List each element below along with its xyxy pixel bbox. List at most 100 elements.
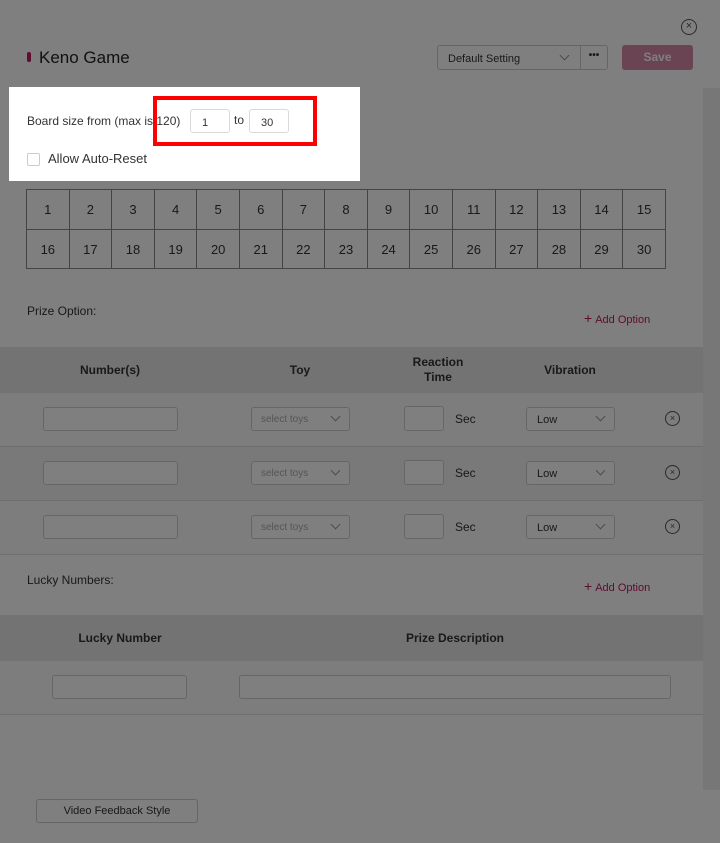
prize-row: select toys Sec Low × — [0, 393, 703, 447]
board-cell[interactable]: 16 — [27, 229, 70, 269]
board-cell[interactable]: 13 — [538, 190, 581, 230]
prize-table-header: Number(s) Toy Reaction Time Vibration — [0, 347, 703, 393]
toy-select[interactable]: select toys — [251, 461, 350, 485]
vibration-select-value: Low — [537, 414, 558, 426]
reaction-time-input[interactable] — [404, 514, 444, 539]
lucky-number-input[interactable] — [52, 675, 187, 699]
setting-select-value: Default Setting — [448, 53, 521, 65]
col-toy: Toy — [289, 363, 311, 377]
board-size-label: Board size from (max is 120) — [27, 114, 181, 128]
board-cell[interactable]: 3 — [112, 190, 155, 230]
auto-reset-checkbox[interactable] — [27, 153, 40, 166]
board-cell[interactable]: 21 — [239, 229, 283, 269]
board-size-to-input[interactable]: 30 — [249, 109, 289, 133]
board-cell[interactable]: 14 — [580, 190, 624, 230]
prize-row: select toys Sec Low × — [0, 447, 703, 501]
board-cell[interactable]: 22 — [282, 229, 326, 269]
setting-select[interactable]: Default Setting — [437, 45, 581, 70]
vibration-select-value: Low — [537, 522, 558, 534]
col-prize-description: Prize Description — [405, 631, 505, 645]
lucky-numbers-label: Lucky Numbers: — [27, 573, 114, 587]
add-prize-option-button[interactable]: + Add Option — [584, 310, 650, 326]
board-cell[interactable]: 18 — [112, 229, 155, 269]
vibration-select-value: Low — [537, 468, 558, 480]
remove-row-icon[interactable]: × — [665, 519, 680, 534]
numbers-input[interactable] — [43, 461, 178, 485]
prize-row: select toys Sec Low × — [0, 501, 703, 555]
board-cell[interactable]: 17 — [69, 229, 113, 269]
col-reaction-time: Reaction Time — [412, 355, 464, 384]
remove-row-icon[interactable]: × — [665, 411, 680, 426]
toy-select[interactable]: select toys — [251, 407, 350, 431]
board-cell[interactable]: 19 — [154, 229, 198, 269]
auto-reset-label: Allow Auto-Reset — [48, 151, 147, 166]
chevron-down-icon — [330, 411, 341, 422]
add-lucky-option-button[interactable]: + Add Option — [584, 578, 650, 594]
board-cell[interactable]: 8 — [325, 190, 368, 230]
board-cell[interactable]: 26 — [452, 229, 496, 269]
chevron-down-icon — [595, 519, 606, 530]
board-cell[interactable]: 30 — [623, 229, 666, 269]
video-feedback-style-button[interactable]: Video Feedback Style — [36, 799, 198, 823]
board-cell[interactable]: 9 — [367, 190, 411, 230]
numbers-input[interactable] — [43, 407, 178, 431]
lucky-row — [0, 661, 703, 715]
board-cell[interactable]: 25 — [410, 229, 453, 269]
close-icon[interactable]: × — [681, 19, 697, 35]
reaction-time-unit: Sec — [455, 412, 476, 426]
scrollbar[interactable] — [703, 88, 720, 790]
toy-select[interactable]: select toys — [251, 515, 350, 539]
save-button[interactable]: Save — [622, 45, 693, 70]
board-cell[interactable]: 5 — [197, 190, 240, 230]
toy-select-placeholder: select toys — [261, 468, 309, 479]
add-option-label: Add Option — [595, 582, 651, 594]
number-board: 1 2 3 4 5 6 7 8 9 10 11 12 13 14 15 16 17 18 19 20 21 22 23 24 2… — [26, 189, 666, 269]
add-option-label: Add Option — [595, 314, 651, 326]
board-cell[interactable]: 7 — [282, 190, 326, 230]
plus-icon: + — [584, 310, 593, 326]
board-cell[interactable]: 15 — [623, 190, 666, 230]
numbers-input[interactable] — [43, 515, 178, 539]
prize-description-input[interactable] — [239, 675, 671, 699]
plus-icon: + — [584, 578, 593, 594]
board-size-to-label: to — [234, 113, 245, 127]
vibration-select[interactable]: Low — [526, 461, 615, 485]
vibration-select[interactable]: Low — [526, 407, 615, 431]
board-cell[interactable]: 2 — [69, 190, 113, 230]
title-accent-bar — [27, 52, 31, 62]
board-cell[interactable]: 23 — [325, 229, 368, 269]
board-size-from-input[interactable]: 1 — [190, 109, 230, 133]
chevron-down-icon — [559, 50, 570, 61]
col-vibration: Vibration — [544, 363, 596, 377]
chevron-down-icon — [595, 411, 606, 422]
chevron-down-icon — [595, 465, 606, 476]
toy-select-placeholder: select toys — [261, 522, 309, 533]
reaction-time-unit: Sec — [455, 520, 476, 534]
prize-option-label: Prize Option: — [27, 304, 97, 318]
reaction-time-unit: Sec — [455, 466, 476, 480]
board-cell[interactable]: 20 — [197, 229, 240, 269]
board-cell[interactable]: 10 — [410, 190, 453, 230]
board-cell[interactable]: 29 — [580, 229, 624, 269]
vibration-select[interactable]: Low — [526, 515, 615, 539]
board-cell[interactable]: 12 — [495, 190, 539, 230]
lucky-table-header: Lucky Number Prize Description — [0, 615, 703, 661]
keno-game-modal: × Keno Game Default Setting ••• Save Boa… — [0, 0, 720, 843]
board-cell[interactable]: 11 — [452, 190, 496, 230]
chevron-down-icon — [330, 519, 341, 530]
more-options-button[interactable]: ••• — [580, 45, 608, 70]
chevron-down-icon — [330, 465, 341, 476]
board-cell[interactable]: 1 — [27, 190, 70, 230]
col-lucky-number: Lucky Number — [78, 631, 162, 645]
page-title: Keno Game — [39, 48, 130, 67]
toy-select-placeholder: select toys — [261, 414, 309, 425]
col-numbers: Number(s) — [79, 363, 140, 377]
reaction-time-input[interactable] — [404, 460, 444, 485]
reaction-time-input[interactable] — [404, 406, 444, 431]
board-cell[interactable]: 4 — [154, 190, 198, 230]
remove-row-icon[interactable]: × — [665, 465, 680, 480]
board-cell[interactable]: 27 — [495, 229, 539, 269]
board-cell[interactable]: 24 — [367, 229, 411, 269]
board-cell[interactable]: 6 — [239, 190, 283, 230]
board-cell[interactable]: 28 — [538, 229, 581, 269]
